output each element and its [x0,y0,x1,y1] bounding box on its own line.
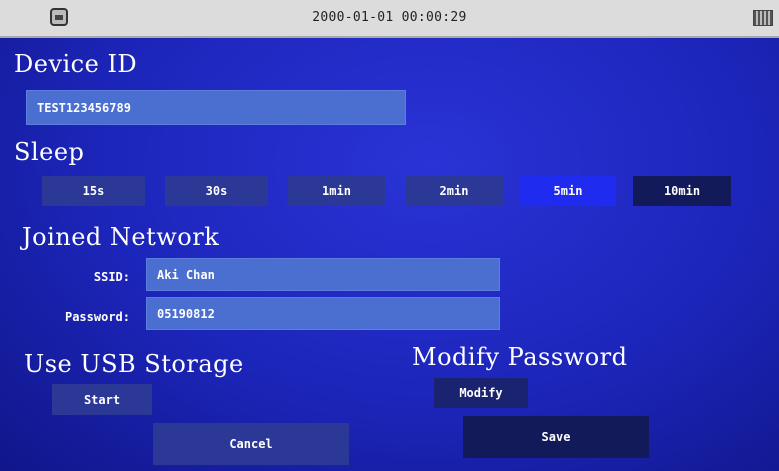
ssid-value: Aki Chan [157,267,215,282]
battery-icon [753,10,773,26]
device-id-field[interactable]: TEST123456789 [26,90,406,125]
save-button[interactable]: Save [463,416,649,458]
usb-start-button[interactable]: Start [52,384,152,415]
sleep-option-10min[interactable]: 10min [633,176,731,206]
sleep-title: Sleep [14,138,85,166]
status-bar: 2000-01-01 00:00:29 [0,0,779,38]
datetime-display: 2000-01-01 00:00:29 [312,10,467,25]
joined-network-title: Joined Network [22,223,220,251]
sleep-option-2min[interactable]: 2min [405,176,503,206]
sleep-option-15s[interactable]: 15s [42,176,145,206]
usb-storage-title: Use USB Storage [24,350,244,378]
sleep-option-30s[interactable]: 30s [165,176,268,206]
ssid-field[interactable]: Aki Chan [146,258,500,291]
ssid-label: SSID: [93,270,130,284]
password-value: 05190812 [157,306,215,321]
device-id-title: Device ID [14,50,138,78]
modify-password-title: Modify Password [412,343,628,371]
sleep-option-5min[interactable]: 5min [520,176,616,206]
device-id-value: TEST123456789 [37,100,131,115]
password-label: Password: [64,310,130,324]
settings-screen: 2000-01-01 00:00:29 Device ID TEST123456… [0,0,779,471]
modify-password-button[interactable]: Modify [434,378,528,408]
cancel-button[interactable]: Cancel [153,423,349,465]
sleep-option-1min[interactable]: 1min [288,176,385,206]
password-field[interactable]: 05190812 [146,297,500,330]
